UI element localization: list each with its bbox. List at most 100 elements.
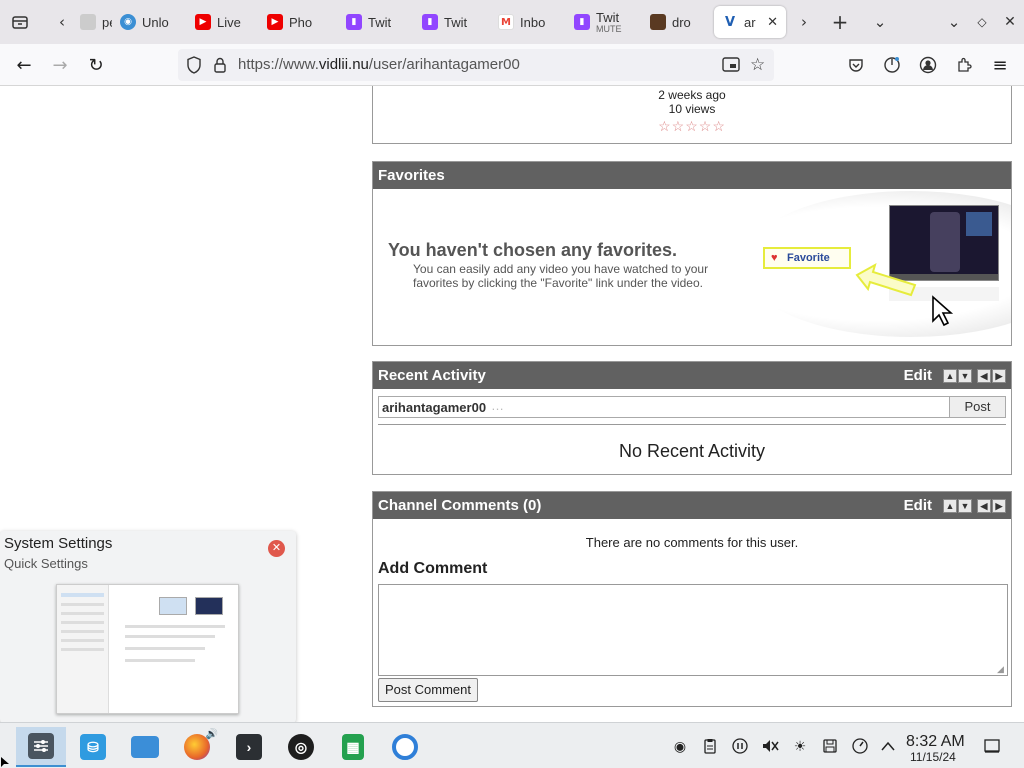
volume-muted-icon[interactable] bbox=[760, 736, 780, 756]
channel-comments-title: Channel Comments (0) bbox=[378, 497, 542, 514]
close-tab-icon[interactable]: ✕ bbox=[767, 15, 778, 30]
clock-date[interactable]: 11/15/24 bbox=[910, 750, 956, 764]
sync-status-icon[interactable] bbox=[878, 52, 906, 78]
tab-5[interactable]: ▮ Twit bbox=[414, 6, 486, 38]
account-icon[interactable] bbox=[914, 52, 942, 78]
performance-icon[interactable] bbox=[850, 736, 870, 756]
menu-hamburger-icon[interactable]: ≡ bbox=[986, 52, 1014, 78]
activity-post-input[interactable]: arihantagamer00 … Post bbox=[378, 396, 1006, 418]
clipboard-icon[interactable] bbox=[700, 736, 720, 756]
url-text[interactable]: https://www.vidlii.nu/user/arihantagamer… bbox=[238, 56, 520, 73]
new-tab-icon[interactable]: + bbox=[828, 9, 852, 35]
window-close-icon[interactable]: ✕ bbox=[998, 9, 1022, 35]
url-bar[interactable]: https://www.vidlii.nu/user/arihantagamer… bbox=[178, 49, 774, 81]
tab-overview-icon[interactable] bbox=[8, 9, 32, 35]
forward-icon[interactable]: → bbox=[46, 52, 74, 78]
no-recent-activity-text: No Recent Activity bbox=[618, 441, 766, 461]
activity-username: arihantagamer00 bbox=[382, 400, 487, 415]
youtube-icon: ▶ bbox=[195, 14, 211, 30]
taskbar-app-chromium[interactable] bbox=[380, 727, 430, 767]
move-left-icon[interactable]: ◀ bbox=[977, 498, 991, 513]
taskbar-app-firefox[interactable]: 🔊 bbox=[172, 727, 222, 767]
move-right-icon[interactable]: ▶ bbox=[992, 498, 1006, 513]
window-thumbnail[interactable] bbox=[56, 584, 239, 714]
game-thumbnail-icon bbox=[650, 14, 666, 30]
taskbar-app-discover[interactable]: ⛁ bbox=[68, 727, 118, 767]
move-down-icon[interactable]: ▼ bbox=[958, 368, 972, 383]
recent-activity-header: Recent Activity Edit ▲ ▼ ◀ ▶ bbox=[373, 362, 1011, 389]
taskbar-app-dolphin[interactable] bbox=[120, 727, 170, 767]
taskbar-app-obs[interactable]: ◎ bbox=[276, 727, 326, 767]
reader-view-icon[interactable] bbox=[722, 57, 740, 77]
tab-9-active[interactable]: V ar ✕ bbox=[714, 6, 786, 38]
show-hidden-tray-icon[interactable] bbox=[878, 736, 898, 756]
extensions-icon[interactable] bbox=[950, 52, 978, 78]
activity-post-button[interactable]: Post bbox=[949, 397, 1005, 417]
move-left-icon[interactable]: ◀ bbox=[977, 368, 991, 383]
tab-7[interactable]: ▮ Twit MUTE bbox=[566, 6, 638, 38]
tab-2[interactable]: ▶ Live bbox=[187, 6, 255, 38]
mouse-cursor-illustration bbox=[932, 295, 954, 327]
shield-icon[interactable] bbox=[186, 56, 202, 74]
vidlii-icon: V bbox=[722, 14, 738, 30]
system-settings-icon bbox=[28, 733, 54, 759]
bookmark-star-icon[interactable]: ☆ bbox=[750, 55, 765, 75]
rating-stars[interactable]: ☆☆☆☆☆ bbox=[373, 119, 1011, 133]
back-icon[interactable]: ← bbox=[10, 52, 38, 78]
storage-device-icon[interactable] bbox=[820, 736, 840, 756]
tab-4[interactable]: ▮ Twit bbox=[338, 6, 408, 38]
move-right-icon[interactable]: ▶ bbox=[992, 368, 1006, 383]
tab-3[interactable]: ▶ Pho bbox=[259, 6, 329, 38]
discover-bag-icon: ⛁ bbox=[80, 734, 106, 760]
uploaded-video-box: 2 weeks ago 10 views ☆☆☆☆☆ bbox=[372, 86, 1012, 144]
taskbar-app-system-settings[interactable] bbox=[16, 727, 66, 767]
tab-1[interactable]: ◉ Unlo bbox=[112, 6, 184, 38]
audio-playing-icon: 🔊 bbox=[205, 729, 218, 740]
lock-icon[interactable] bbox=[212, 56, 228, 74]
show-desktop-icon[interactable] bbox=[982, 736, 1002, 756]
browser-navigation-bar: ← → ↻ https://www.vidlii.nu/user/arihant… bbox=[0, 44, 1024, 86]
recent-activity-edit-link[interactable]: Edit bbox=[904, 362, 932, 389]
favorite-illustration-label: Favorite bbox=[787, 252, 830, 264]
channel-comments-edit-link[interactable]: Edit bbox=[904, 492, 932, 519]
list-all-tabs-icon[interactable]: ⌄ bbox=[868, 9, 892, 35]
clock-time[interactable]: 8:32 AM bbox=[906, 733, 965, 751]
channel-comments-header: Channel Comments (0) Edit ▲ ▼ ◀ ▶ bbox=[373, 492, 1011, 519]
scroll-tabs-right-icon[interactable]: › bbox=[792, 9, 816, 35]
media-pause-icon[interactable] bbox=[730, 736, 750, 756]
recent-activity-title: Recent Activity bbox=[378, 367, 486, 384]
taskbar-app-libreoffice-calc[interactable]: ▦ bbox=[328, 727, 378, 767]
mouse-cursor-icon bbox=[0, 755, 10, 767]
browser-tab-strip: ‹ pe ◉ Unlo ▶ Live ▶ Pho ▮ Twit ▮ Twit M… bbox=[0, 0, 1024, 44]
move-down-icon[interactable]: ▼ bbox=[958, 498, 972, 513]
tab-8[interactable]: dro bbox=[642, 6, 712, 38]
brightness-icon[interactable]: ☀ bbox=[790, 736, 810, 756]
tab-0[interactable]: pe bbox=[72, 6, 112, 38]
chromium-icon bbox=[392, 734, 418, 760]
heart-icon: ♥ bbox=[771, 252, 778, 264]
video-views: 10 views bbox=[668, 102, 716, 116]
task-preview-popup: System Settings Quick Settings ✕ bbox=[0, 531, 296, 723]
tab-6[interactable]: M Inbo bbox=[490, 6, 562, 38]
comment-textarea[interactable] bbox=[378, 584, 1008, 676]
scroll-tabs-left-icon[interactable]: ‹ bbox=[50, 9, 74, 35]
post-comment-button[interactable]: Post Comment bbox=[378, 678, 478, 702]
window-minimize-icon[interactable]: ⌄ bbox=[942, 9, 966, 35]
close-icon[interactable]: ✕ bbox=[268, 540, 285, 557]
twitch-icon: ▮ bbox=[346, 14, 362, 30]
video-age: 2 weeks ago bbox=[658, 88, 726, 102]
move-up-icon[interactable]: ▲ bbox=[943, 498, 957, 513]
twitch-icon: ▮ bbox=[574, 14, 590, 30]
resize-grip-icon[interactable]: ◢ bbox=[997, 664, 1004, 675]
folder-icon bbox=[131, 736, 159, 758]
favorites-illustration: ♥ Favorite bbox=[731, 189, 1011, 345]
window-maximize-icon[interactable]: ◇ bbox=[970, 9, 994, 35]
reload-icon[interactable]: ↻ bbox=[82, 52, 110, 78]
recent-activity-box: Recent Activity Edit ▲ ▼ ◀ ▶ arihantagam… bbox=[372, 361, 1012, 475]
move-up-icon[interactable]: ▲ bbox=[943, 368, 957, 383]
pocket-icon[interactable] bbox=[842, 52, 870, 78]
pointer-arrow-illustration bbox=[855, 262, 917, 297]
activity-divider bbox=[378, 424, 1006, 425]
obs-tray-icon[interactable]: ◉ bbox=[670, 736, 690, 756]
taskbar-app-konsole[interactable]: › bbox=[224, 727, 274, 767]
